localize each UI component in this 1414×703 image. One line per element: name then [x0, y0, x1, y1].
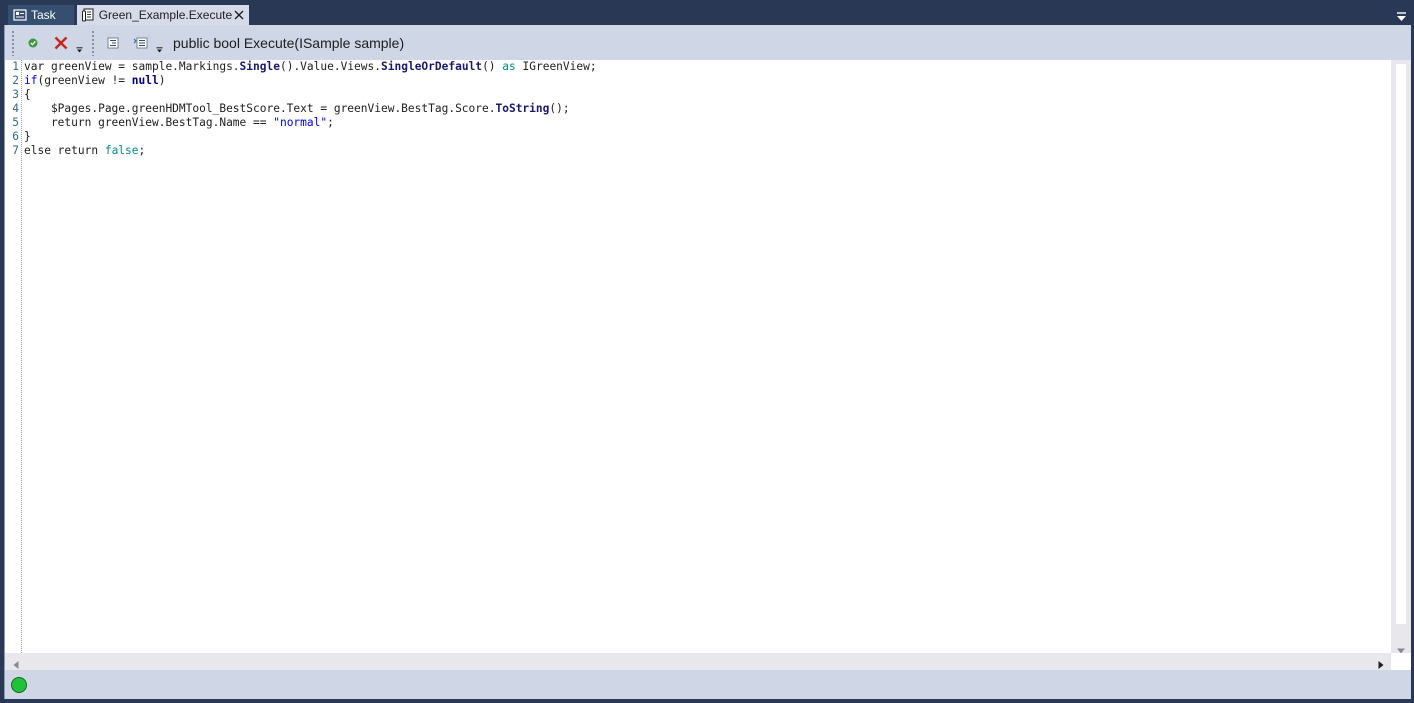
code-token: SingleOrDefault: [381, 60, 483, 73]
code-token: (): [482, 60, 503, 73]
code-lines: 1 var greenView = sample.Markings.Single(…: [5, 60, 1391, 158]
vertical-scrollbar[interactable]: [1391, 60, 1411, 654]
delete-button[interactable]: [50, 32, 72, 54]
code-token: "normal": [273, 116, 328, 129]
tab-overflow-menu-icon[interactable]: [1396, 9, 1407, 21]
toolbar-overflow-dropdown-1[interactable]: [75, 30, 83, 56]
task-icon: [12, 7, 28, 23]
validate-button[interactable]: [22, 32, 44, 54]
comment-lines-icon: [133, 37, 148, 48]
scroll-left-arrow-icon[interactable]: [12, 657, 20, 669]
code-line[interactable]: 4 $Pages.Page.greenHDMTool_BestScore.Tex…: [5, 102, 1391, 116]
code-token: IGreenView;: [515, 60, 597, 73]
line-number: 6: [12, 130, 19, 143]
code-text: $Pages.Page.greenHDMTool_BestScore.Text …: [24, 102, 570, 116]
toolbar-grip[interactable]: [11, 29, 15, 56]
method-signature: public bool Execute(ISample sample): [173, 34, 405, 51]
green-check-icon: [28, 38, 38, 47]
toolbar-overflow-dropdown-2[interactable]: [155, 30, 163, 56]
code-line[interactable]: 3{: [5, 88, 1391, 102]
tab-task-label: Task: [31, 8, 56, 22]
line-number: 7: [12, 144, 19, 157]
code-token: else return: [24, 144, 105, 157]
scroll-right-arrow-icon[interactable]: [1377, 657, 1385, 669]
code-text: if(greenView != null): [24, 74, 165, 88]
vertical-scroll-thumb[interactable]: [1396, 64, 1406, 624]
chevron-down-icon: [156, 46, 162, 52]
code-token: Single: [239, 60, 280, 73]
code-text: {: [24, 88, 31, 102]
tab-green-example-execute[interactable]: Green_Example.Execute: [77, 5, 249, 25]
indent-button[interactable]: [102, 32, 124, 54]
code-text: }: [24, 130, 31, 144]
red-x-icon: [54, 36, 68, 49]
code-line[interactable]: 1 var greenView = sample.Markings.Single(…: [5, 60, 1391, 74]
code-text: else return false;: [24, 144, 145, 158]
code-token: null: [131, 74, 159, 87]
document-tab-strip: Task Green_Example.Execute: [0, 0, 1414, 25]
comment-button[interactable]: [130, 32, 152, 54]
line-number: 4: [12, 102, 19, 115]
script-editor-window: public bool Execute(ISample sample) 1 var…: [4, 25, 1411, 699]
tab-active-label: Green_Example.Execute: [98, 8, 233, 22]
code-token: {: [24, 88, 31, 101]
chevron-down-icon: [76, 46, 82, 52]
code-token: ;: [138, 144, 146, 157]
code-editor[interactable]: 1 var greenView = sample.Markings.Single(…: [5, 60, 1391, 653]
line-number: 1: [12, 60, 19, 73]
tab-task[interactable]: Task: [8, 5, 74, 25]
code-token: ().Value.Views.: [279, 60, 382, 73]
code-line[interactable]: 2 if(greenView != null): [5, 74, 1391, 88]
scrollbar-corner: [1391, 653, 1411, 670]
editor-toolbar: public bool Execute(ISample sample): [5, 25, 1411, 60]
line-number: 3: [12, 88, 19, 101]
code-text: return greenView.BestTag.Name == "normal…: [24, 116, 334, 130]
scroll-down-arrow-icon[interactable]: [1396, 642, 1406, 654]
code-token: (greenView !=: [37, 74, 132, 87]
code-text: var greenView = sample.Markings.Single()…: [24, 60, 597, 74]
code-token: as: [502, 60, 516, 73]
horizontal-scrollbar[interactable]: [5, 653, 1391, 670]
line-number: 5: [12, 116, 19, 129]
code-line[interactable]: 5 return greenView.BestTag.Name == "norm…: [5, 116, 1391, 130]
toolbar-grip-2[interactable]: [91, 29, 95, 56]
code-token: if: [24, 74, 38, 87]
code-token: ;: [327, 116, 334, 129]
line-number: 2: [12, 74, 19, 87]
code-token: ();: [549, 102, 570, 115]
indent-lines-icon: [107, 37, 119, 48]
code-token: }: [24, 130, 31, 143]
script-document-icon: [81, 7, 96, 23]
status-bar: [5, 670, 1411, 699]
code-line[interactable]: 7 else return false;: [5, 144, 1391, 158]
code-line[interactable]: 6}: [5, 130, 1391, 144]
code-token: var greenView = sample.Markings.: [24, 60, 240, 73]
code-token: ): [158, 74, 166, 87]
code-token: $Pages.Page.greenHDMTool_BestScore.Text …: [24, 102, 496, 115]
code-token: return greenView.BestTag.Name ==: [24, 116, 274, 129]
status-indicator-icon: [11, 676, 27, 693]
close-tab-icon[interactable]: [232, 8, 245, 22]
code-token: ToString: [495, 102, 550, 115]
code-token: false: [104, 144, 139, 157]
